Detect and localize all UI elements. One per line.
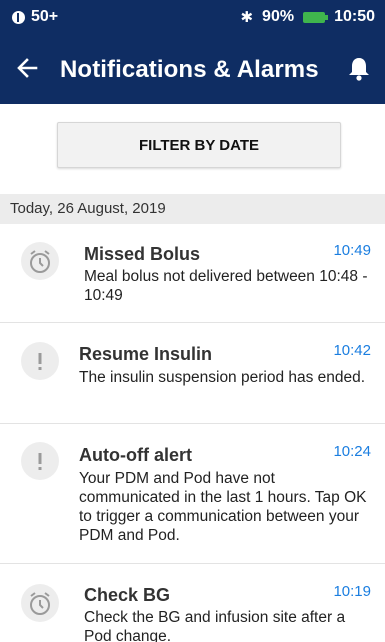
status-bar: 50+ ✱ 90% 10:50 [0, 0, 385, 34]
app-bar: Notifications & Alarms [0, 34, 385, 104]
back-button[interactable] [14, 54, 42, 82]
status-left: 50+ [12, 8, 58, 26]
notification-time: 10:19 [333, 583, 371, 600]
battery-icon [303, 11, 329, 23]
notification-title: Resume Insulin [79, 344, 213, 364]
exclamation-icon [21, 342, 59, 380]
notification-item-resume-insulin[interactable]: Resume Insulin 10:42 The insulin suspens… [0, 323, 385, 424]
notification-body: Your PDM and Pod have not communicated i… [79, 470, 367, 544]
page-title: Notifications & Alarms [60, 56, 319, 83]
date-section-header: Today, 26 August, 2019 [0, 194, 385, 224]
bluetooth-icon: ✱ [240, 9, 254, 26]
notification-item-missed-bolus[interactable]: Missed Bolus 10:49 Meal bolus not delive… [0, 224, 385, 323]
filter-section: FILTER BY DATE [0, 104, 385, 194]
status-right: ✱ 90% 10:50 [240, 8, 375, 26]
notification-title: Check BG [84, 585, 171, 605]
exclamation-icon [21, 442, 59, 480]
notification-time: 10:24 [333, 443, 371, 460]
alarm-clock-icon [21, 584, 59, 622]
notification-body: Meal bolus not delivered between 10:48 -… [84, 268, 368, 304]
notification-title: Missed Bolus [84, 244, 201, 264]
back-arrow-icon [17, 58, 38, 78]
notification-body: The insulin suspension period has ended. [79, 369, 366, 386]
bell-button[interactable] [347, 56, 371, 82]
battery-percent: 90% [262, 8, 295, 25]
notification-title: Auto-off alert [79, 445, 192, 465]
alarm-clock-icon [21, 242, 59, 280]
notification-time: 10:49 [333, 242, 371, 259]
notification-time: 10:42 [333, 342, 371, 359]
filter-by-date-button[interactable]: FILTER BY DATE [57, 122, 341, 168]
notification-item-check-bg[interactable]: Check BG 10:19 Check the BG and infusion… [0, 564, 385, 642]
bell-icon [349, 58, 369, 81]
clock-time: 10:50 [334, 8, 375, 25]
signal-text: 50+ [31, 8, 59, 25]
notification-item-auto-off-alert[interactable]: Auto-off alert 10:24 Your PDM and Pod ha… [0, 424, 385, 564]
notification-body: Check the BG and infusion site after a P… [84, 609, 346, 642]
notification-indicator-icon [12, 10, 25, 24]
